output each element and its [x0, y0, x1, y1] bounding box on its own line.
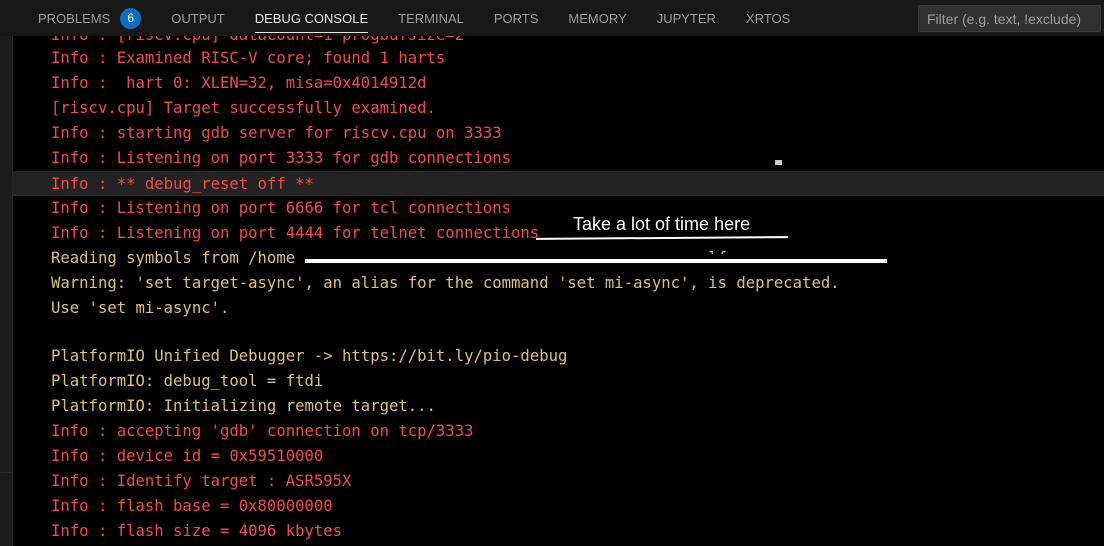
console-line: PlatformIO: Initializing remote target..…: [51, 397, 436, 415]
tab-label: PORTS: [493, 10, 539, 26]
console-line: Warning: 'set target-async', an alias fo…: [51, 274, 840, 292]
console-line: Info : device id = 0x59510000: [51, 447, 324, 465]
tab-label: JUPYTER: [656, 10, 716, 26]
console-line: [riscv.cpu] Target successfully examined…: [51, 99, 436, 117]
console-line: Info : flash size = 4096 kbytes: [51, 522, 343, 540]
tab-label: OUTPUT: [171, 10, 225, 26]
console-line: Info : Identify target : ASR595X: [51, 472, 352, 490]
problems-count-badge: 6: [120, 7, 142, 29]
console-line: PlatformIO: debug_tool = ftdi: [51, 372, 324, 390]
tab-problems[interactable]: PROBLEMS 6: [38, 0, 142, 36]
console-line: Info : Listening on port 6666 for tcl co…: [51, 199, 512, 217]
filter-input[interactable]: [918, 5, 1101, 32]
console-line: Info : starting gdb server for riscv.cpu…: [51, 124, 502, 142]
gutter-divider: [0, 472, 12, 473]
tab-jupyter[interactable]: JUPYTER: [657, 0, 716, 36]
tab-output[interactable]: OUTPUT: [171, 0, 224, 36]
tab-ports[interactable]: PORTS: [494, 0, 539, 36]
tab-memory[interactable]: MEMORY: [568, 0, 626, 36]
annotation-note: Take a lot of time here: [573, 214, 751, 234]
console-line: Use 'set mi-async'.: [51, 299, 230, 317]
panel-tabs: PROBLEMS 6 OUTPUT DEBUG CONSOLE TERMINAL…: [38, 0, 820, 36]
tab-label: TERMINAL: [398, 10, 464, 26]
tab-label: PROBLEMS: [38, 10, 111, 26]
console-line: Info : Listening on port 3333 for gdb co…: [51, 149, 512, 167]
console-line: PlatformIO Unified Debugger -> https://b…: [51, 347, 568, 365]
mouse-cursor: [775, 160, 782, 165]
tab-label: MEMORY: [568, 10, 627, 26]
console-line: Info : Examined RISC-V core; found 1 har…: [51, 49, 446, 67]
console-line: Info : accepting 'gdb' connection on tcp…: [51, 422, 474, 440]
tab-terminal[interactable]: TERMINAL: [398, 0, 464, 36]
console-line: Info : ** debug_reset off **: [13, 171, 1104, 196]
redaction-bar: [305, 259, 887, 263]
tab-label: DEBUG CONSOLE: [254, 10, 369, 26]
tab-xrtos[interactable]: XRTOS: [746, 0, 790, 36]
tab-debug-console[interactable]: DEBUG CONSOLE: [254, 0, 369, 36]
console-gutter: [0, 36, 13, 546]
console-line: Info : flash base = 0x80000000: [51, 497, 333, 515]
debug-console-output[interactable]: Info : [riscv.cpu] datacount=1 progbufsi…: [13, 36, 1104, 546]
tab-label: XRTOS: [745, 10, 791, 26]
panel-header: PROBLEMS 6 OUTPUT DEBUG CONSOLE TERMINAL…: [0, 0, 1104, 36]
console-line: Info : hart 0: XLEN=32, misa=0x4014912d: [51, 74, 427, 92]
console-line: Info : Listening on port 4444 for telnet…: [51, 224, 540, 242]
